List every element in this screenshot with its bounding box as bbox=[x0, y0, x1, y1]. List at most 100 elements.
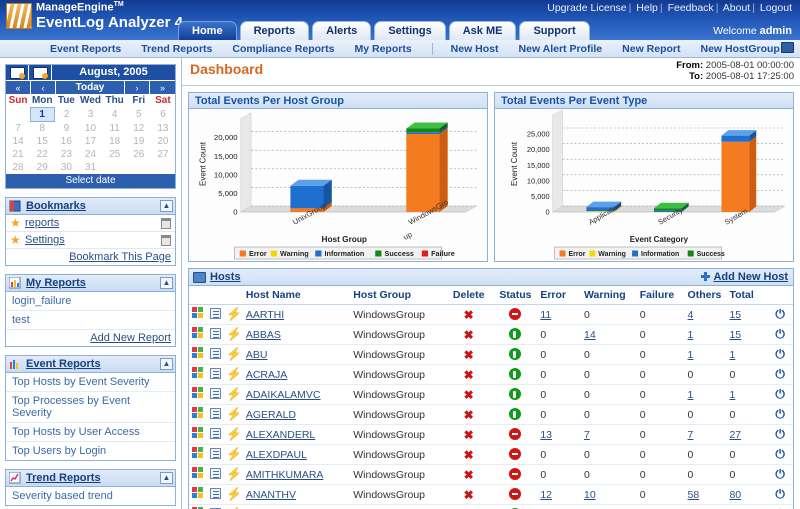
subnav-new-hostgroup[interactable]: New HostGroup bbox=[701, 43, 780, 55]
calendar-day[interactable]: 3 bbox=[78, 108, 102, 122]
calendar-day[interactable]: 11 bbox=[103, 122, 127, 136]
collapse-up-icon[interactable]: ▲ bbox=[160, 472, 173, 484]
calendar-next-button[interactable]: › bbox=[125, 81, 150, 94]
calendar-day[interactable]: 16 bbox=[54, 135, 78, 148]
tab-ask-me[interactable]: Ask ME bbox=[448, 21, 517, 40]
bolt-cell[interactable]: ⚡ bbox=[224, 344, 244, 365]
error-cell-link[interactable]: 12 bbox=[540, 489, 552, 501]
host-name-link[interactable]: AGERALD bbox=[246, 409, 296, 421]
host-name-cell[interactable]: ADAIKALAMVC bbox=[243, 384, 352, 405]
bolt-cell[interactable]: ⚡ bbox=[224, 384, 244, 405]
host-name-link[interactable]: AMITHKUMARA bbox=[246, 469, 324, 481]
x-icon[interactable]: ✖ bbox=[464, 408, 474, 422]
calendar-day[interactable] bbox=[103, 161, 127, 174]
calendar-day[interactable]: 14 bbox=[6, 135, 30, 148]
status-badge[interactable] bbox=[509, 348, 522, 360]
delete-cell[interactable]: ✖ bbox=[444, 304, 493, 325]
total-cell-link[interactable]: 15 bbox=[729, 309, 741, 321]
status-badge[interactable] bbox=[509, 488, 522, 500]
others-cell-link[interactable]: 1 bbox=[688, 389, 694, 401]
edit-icon[interactable] bbox=[210, 467, 222, 479]
bolt-cell[interactable]: ⚡ bbox=[224, 364, 244, 385]
calendar-day[interactable]: 4 bbox=[103, 108, 127, 122]
total-cell[interactable]: 1 bbox=[727, 344, 768, 365]
calendar-remove-icon[interactable] bbox=[29, 65, 52, 80]
others-cell-link[interactable]: 1 bbox=[688, 349, 694, 361]
subnav-trend-reports[interactable]: Trend Reports bbox=[141, 43, 212, 55]
calendar-day[interactable]: 22 bbox=[30, 148, 54, 161]
total-cell-link[interactable]: 15 bbox=[729, 329, 741, 341]
others-cell[interactable]: 6 bbox=[685, 504, 728, 509]
delete-cell[interactable]: ✖ bbox=[444, 504, 493, 509]
total-cell[interactable]: 15 bbox=[727, 324, 768, 345]
edit-icon[interactable] bbox=[210, 427, 222, 439]
error-cell-link[interactable]: 11 bbox=[540, 309, 551, 321]
status-cell[interactable] bbox=[492, 344, 539, 365]
calendar-day[interactable]: 28 bbox=[6, 161, 30, 174]
host-name-cell[interactable]: ABBAS bbox=[243, 324, 352, 345]
status-badge[interactable] bbox=[509, 468, 522, 480]
total-cell[interactable]: 1 bbox=[727, 384, 768, 405]
total-cell-link[interactable]: 80 bbox=[729, 489, 741, 501]
x-icon[interactable]: ✖ bbox=[464, 488, 474, 502]
tab-home[interactable]: Home bbox=[178, 21, 237, 40]
bolt-cell[interactable]: ⚡ bbox=[224, 444, 244, 465]
warning-cell[interactable]: 10 bbox=[582, 484, 638, 505]
others-cell-link[interactable]: 58 bbox=[688, 489, 700, 501]
calendar-day[interactable]: 12 bbox=[127, 122, 151, 136]
power-cell[interactable]: ⏻ bbox=[767, 484, 793, 505]
tab-settings[interactable]: Settings bbox=[374, 21, 446, 40]
panel-title[interactable]: Event Reports bbox=[26, 358, 101, 370]
list-item[interactable]: Top Hosts by Event Severity bbox=[6, 373, 175, 392]
calendar-prev-button[interactable]: ‹ bbox=[31, 81, 56, 94]
host-name-link[interactable]: AARTHI bbox=[246, 309, 284, 321]
subnav-event-reports[interactable]: Event Reports bbox=[50, 43, 121, 55]
error-cell-link[interactable]: 13 bbox=[540, 429, 552, 441]
edit-icon[interactable] bbox=[210, 367, 222, 379]
host-name-cell[interactable]: ALEXDPAUL bbox=[243, 444, 352, 465]
edit-cell[interactable] bbox=[206, 304, 225, 325]
status-cell[interactable] bbox=[492, 324, 539, 345]
x-icon[interactable]: ✖ bbox=[464, 368, 474, 382]
delete-cell[interactable]: ✖ bbox=[444, 484, 493, 505]
bolt-cell[interactable]: ⚡ bbox=[224, 504, 244, 509]
host-name-cell[interactable]: ANANTHV bbox=[243, 484, 352, 505]
bolt-cell[interactable]: ⚡ bbox=[224, 304, 244, 325]
collapse-up-icon[interactable]: ▲ bbox=[160, 200, 173, 212]
calendar-day[interactable]: 9 bbox=[54, 122, 78, 136]
link-about[interactable]: About bbox=[723, 2, 750, 14]
list-item[interactable]: Severity based trend bbox=[6, 487, 175, 505]
collapse-up-icon[interactable]: ▲ bbox=[160, 358, 173, 370]
delete-cell[interactable]: ✖ bbox=[444, 364, 493, 385]
host-name-link[interactable]: ANANTHV bbox=[246, 489, 296, 501]
edit-icon[interactable] bbox=[210, 407, 222, 419]
lightning-icon[interactable]: ⚡ bbox=[227, 488, 242, 500]
calendar-day[interactable]: 27 bbox=[151, 148, 175, 161]
calendar-day[interactable]: 20 bbox=[151, 135, 175, 148]
error-cell[interactable]: 11 bbox=[538, 304, 582, 325]
status-cell[interactable] bbox=[492, 384, 539, 405]
calendar-day[interactable] bbox=[127, 161, 151, 174]
panel-title[interactable]: Bookmarks bbox=[26, 200, 86, 212]
power-cell[interactable]: ⏻ bbox=[767, 304, 793, 325]
x-icon[interactable]: ✖ bbox=[464, 308, 474, 322]
x-icon[interactable]: ✖ bbox=[464, 428, 474, 442]
edit-icon[interactable] bbox=[210, 327, 222, 339]
calendar-today-button[interactable]: Today bbox=[56, 81, 125, 94]
subnav-new-alert-profile[interactable]: New Alert Profile bbox=[519, 43, 603, 55]
calendar-day[interactable]: 10 bbox=[78, 122, 102, 136]
hosts-title[interactable]: Hosts bbox=[210, 271, 241, 283]
calendar-last-button[interactable]: » bbox=[150, 81, 175, 94]
status-badge[interactable] bbox=[509, 448, 522, 460]
bolt-cell[interactable]: ⚡ bbox=[224, 464, 244, 485]
host-name-link[interactable]: ACRAJA bbox=[246, 369, 287, 381]
list-item[interactable]: ★ reports bbox=[6, 215, 175, 232]
tab-reports[interactable]: Reports bbox=[239, 21, 310, 40]
edit-cell[interactable] bbox=[206, 424, 225, 445]
calendar-day[interactable]: 29 bbox=[30, 161, 54, 174]
delete-cell[interactable]: ✖ bbox=[444, 444, 493, 465]
link-feedback[interactable]: Feedback bbox=[668, 2, 714, 14]
subnav-my-reports[interactable]: My Reports bbox=[354, 43, 411, 55]
power-cell[interactable]: ⏻ bbox=[767, 424, 793, 445]
trash-icon[interactable] bbox=[161, 217, 171, 229]
